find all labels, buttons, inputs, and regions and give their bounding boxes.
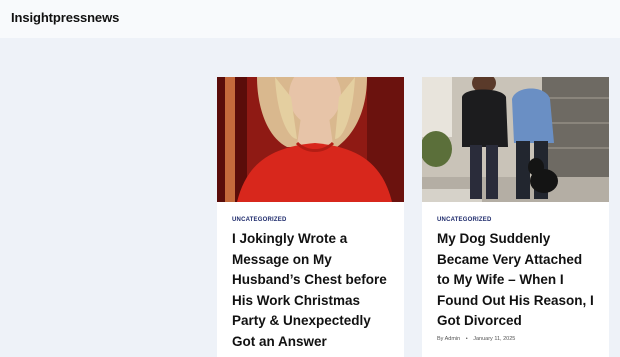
post-card[interactable]: UNCATEGORIZED I Jokingly Wrote a Message… [217, 77, 404, 357]
post-category-link[interactable]: UNCATEGORIZED [232, 217, 287, 223]
post-card[interactable]: UNCATEGORIZED My Dog Suddenly Became Ver… [422, 77, 609, 357]
post-thumbnail[interactable] [217, 77, 404, 202]
post-date: January 11, 2025 [473, 336, 516, 342]
post-meta: By Admin • January 11, 2025 [437, 336, 515, 342]
site-title-link[interactable]: Insightpressnews [11, 10, 119, 25]
site-header: Insightpressnews [0, 0, 620, 38]
couple-with-dog-image [422, 77, 609, 202]
post-category-link[interactable]: UNCATEGORIZED [437, 217, 492, 223]
post-title-link[interactable]: My Dog Suddenly Became Very Attached to … [437, 229, 597, 332]
post-title-link[interactable]: I Jokingly Wrote a Message on My Husband… [232, 229, 392, 352]
woman-in-red-sweater-image [217, 77, 404, 202]
meta-separator: • [465, 336, 468, 342]
post-author[interactable]: By Admin [437, 336, 460, 342]
post-thumbnail[interactable] [422, 77, 609, 202]
